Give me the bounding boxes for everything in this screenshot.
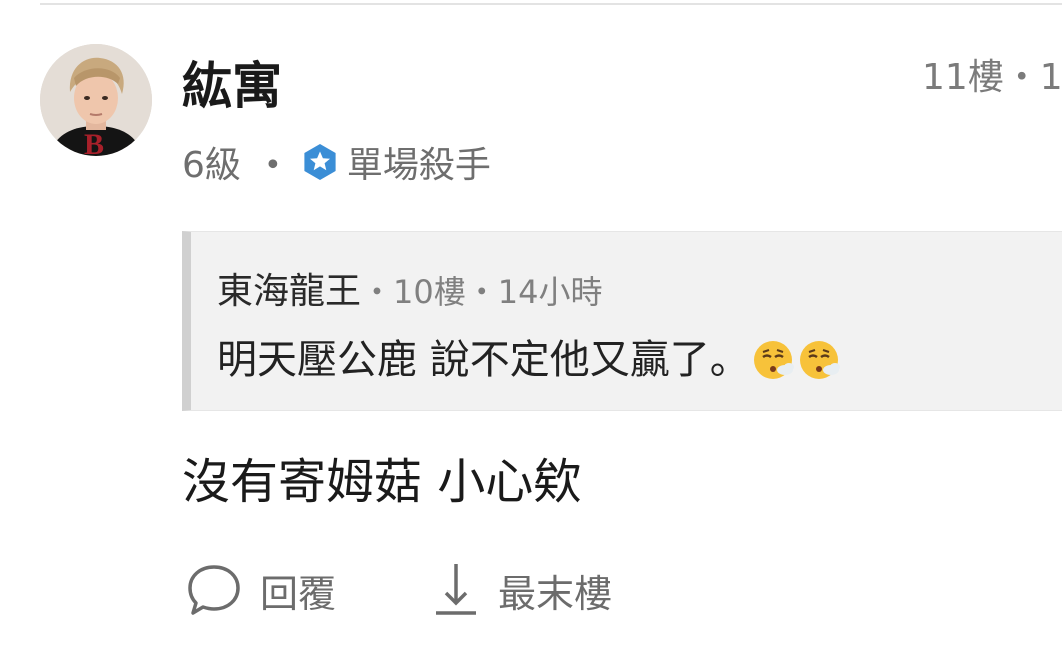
reply-button[interactable]: 回覆 xyxy=(186,562,336,618)
comment-text: 沒有寄姆菇 小心欸 xyxy=(182,454,582,510)
speech-bubble-icon xyxy=(188,565,240,615)
arrow-down-icon xyxy=(436,564,477,615)
badge-title: 單場殺手 xyxy=(346,145,491,186)
last-floor-label: 最末樓 xyxy=(498,571,613,616)
face-exhaling-emoji xyxy=(752,338,796,382)
separator-dot: ・ xyxy=(254,145,291,186)
username[interactable]: 紘寓 xyxy=(182,56,282,116)
quoted-reply[interactable]: 東海龍王 ・10樓・14小時 明天壓公鹿 說不定他又贏了。 xyxy=(182,231,1062,411)
star-badge-icon xyxy=(301,143,339,181)
svg-text:B: B xyxy=(84,128,104,156)
avatar[interactable]: B xyxy=(40,44,152,156)
face-exhaling-emoji xyxy=(798,338,842,382)
quote-author[interactable]: 東海龍王 xyxy=(217,262,361,314)
quote-text-row: 明天壓公鹿 說不定他又贏了。 xyxy=(217,336,842,384)
comment-actions: 回覆 最末樓 xyxy=(186,560,612,620)
user-level: 6級 xyxy=(182,145,241,186)
reply-label: 回覆 xyxy=(260,571,337,616)
last-floor-button[interactable]: 最末樓 xyxy=(432,562,612,618)
quote-floor-time: ・10樓・14小時 xyxy=(361,273,603,311)
user-level-row: 6級 ・ 單場殺手 xyxy=(182,140,491,186)
top-divider xyxy=(40,3,1062,5)
floor-time-meta: 11樓・1 xyxy=(922,57,1062,98)
quote-text: 明天壓公鹿 說不定他又贏了。 xyxy=(217,337,750,383)
quote-header: 東海龍王 ・10樓・14小時 xyxy=(217,262,602,314)
